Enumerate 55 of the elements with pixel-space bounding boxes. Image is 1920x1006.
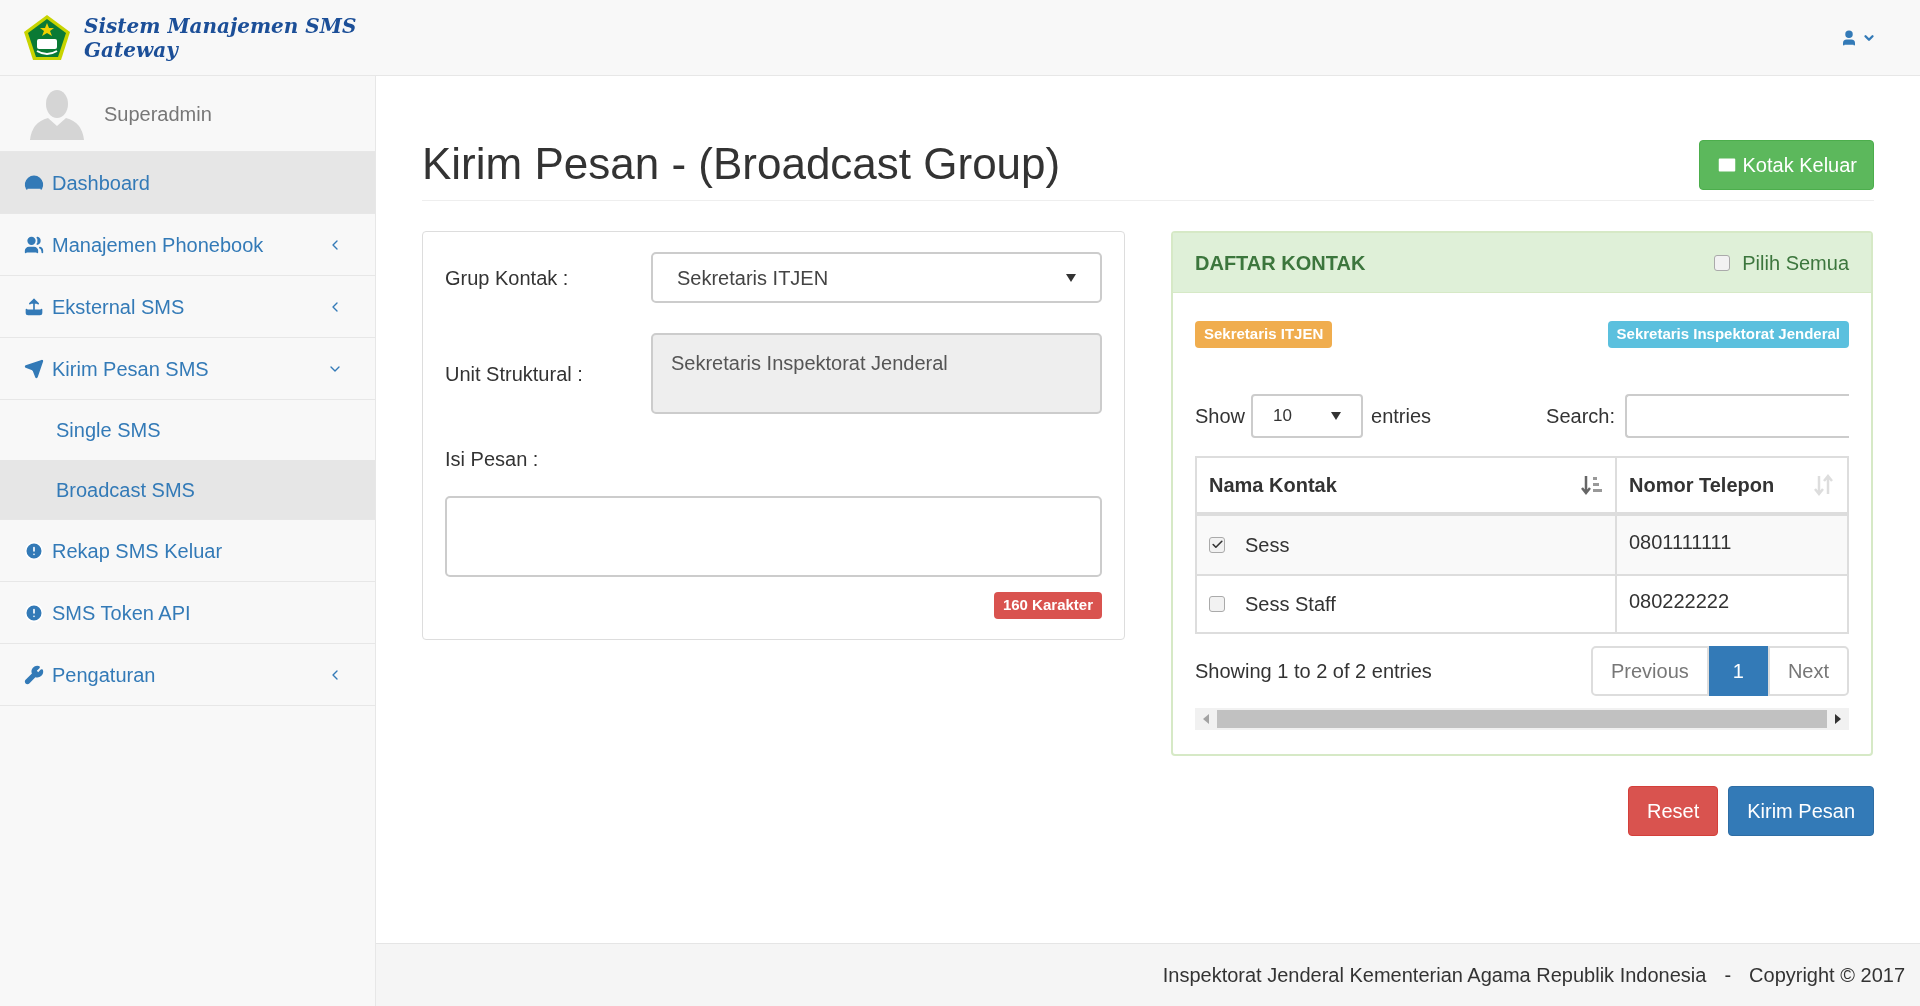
group-select[interactable]: Sekretaris ITJEN [651,252,1102,303]
show-label: Show [1195,403,1246,429]
table-cell-text: 0801111111 [1629,529,1732,555]
exclamation-icon [24,602,44,623]
logo-icon [22,12,72,63]
pagination-button[interactable]: 1 [1708,645,1768,696]
dropdown-arrow-icon [1331,411,1342,420]
sidebar-subitem[interactable]: Broadcast SMS [0,460,375,520]
panel-title: DAFTAR KONTAK [1195,250,1366,276]
group-badge: Sekretaris ITJEN [1195,321,1333,348]
row-checkbox[interactable] [1209,595,1225,612]
page-size-select[interactable]: 10 [1251,393,1364,438]
send-button[interactable]: Kirim Pesan [1728,785,1874,836]
search-label: Search: [1546,403,1615,429]
message-label: Isi Pesan : [445,447,540,472]
table-cell-text: 080222222 [1629,588,1730,614]
user-menu-button[interactable] [1840,28,1876,47]
unit-label: Unit Struktural : [445,361,584,387]
user-icon [1840,28,1858,47]
wrench-icon [24,664,44,685]
upload-icon [24,296,44,317]
paper-plane-icon [24,358,44,379]
users-icon [24,234,44,255]
select-all-label[interactable]: Pilih Semua [1742,247,1849,278]
table-cell-text: Sess [1245,532,1290,558]
reset-button[interactable]: Reset [1627,785,1719,836]
footer-separator: - [1724,963,1732,988]
character-count-badge: 160 Karakter [993,592,1102,619]
exclamation-icon [24,540,44,561]
footer-copyright: Copyright © 2017 [1749,963,1905,988]
horizontal-scrollbar[interactable] [1195,707,1849,730]
unit-textarea[interactable]: Sekretaris Inspektorat Jenderal [651,333,1102,414]
sidebar-item[interactable]: Dashboard [0,152,375,214]
select-all-checkbox[interactable] [1714,254,1731,271]
user-name: Superadmin [104,101,212,127]
outbox-button[interactable]: Kotak Keluar [1699,140,1874,190]
page-title: Kirim Pesan - (Broadcast Group) [422,142,1061,186]
pagination-button[interactable]: Previous [1590,645,1709,696]
column-header[interactable]: Nama Kontak [1197,457,1617,512]
group-badge: Sekretaris Inspektorat Jenderal [1607,321,1849,348]
row-checkbox[interactable] [1209,536,1225,553]
entries-label: entries [1371,403,1432,429]
table-cell-text: Sess Staff [1245,591,1336,617]
footer-organization: Inspektorat Jenderal Kementerian Agama Republik Indonesia [1162,963,1707,988]
pagination-button[interactable]: Next [1767,645,1849,696]
avatar-icon [28,87,86,140]
table-info: Showing 1 to 2 of 2 entries [1195,658,1432,684]
column-header[interactable]: Nomor Telepon [1617,457,1847,512]
search-field[interactable] [1625,393,1849,438]
scroll-right-arrow-icon[interactable] [1835,713,1841,724]
scroll-left-arrow-icon[interactable] [1203,713,1209,724]
dropdown-arrow-icon [1066,273,1076,282]
app-title: Sistem Manajemen SMS Gateway [84,13,358,62]
group-label: Grup Kontak : [445,265,570,291]
message-textarea[interactable] [445,496,1102,577]
